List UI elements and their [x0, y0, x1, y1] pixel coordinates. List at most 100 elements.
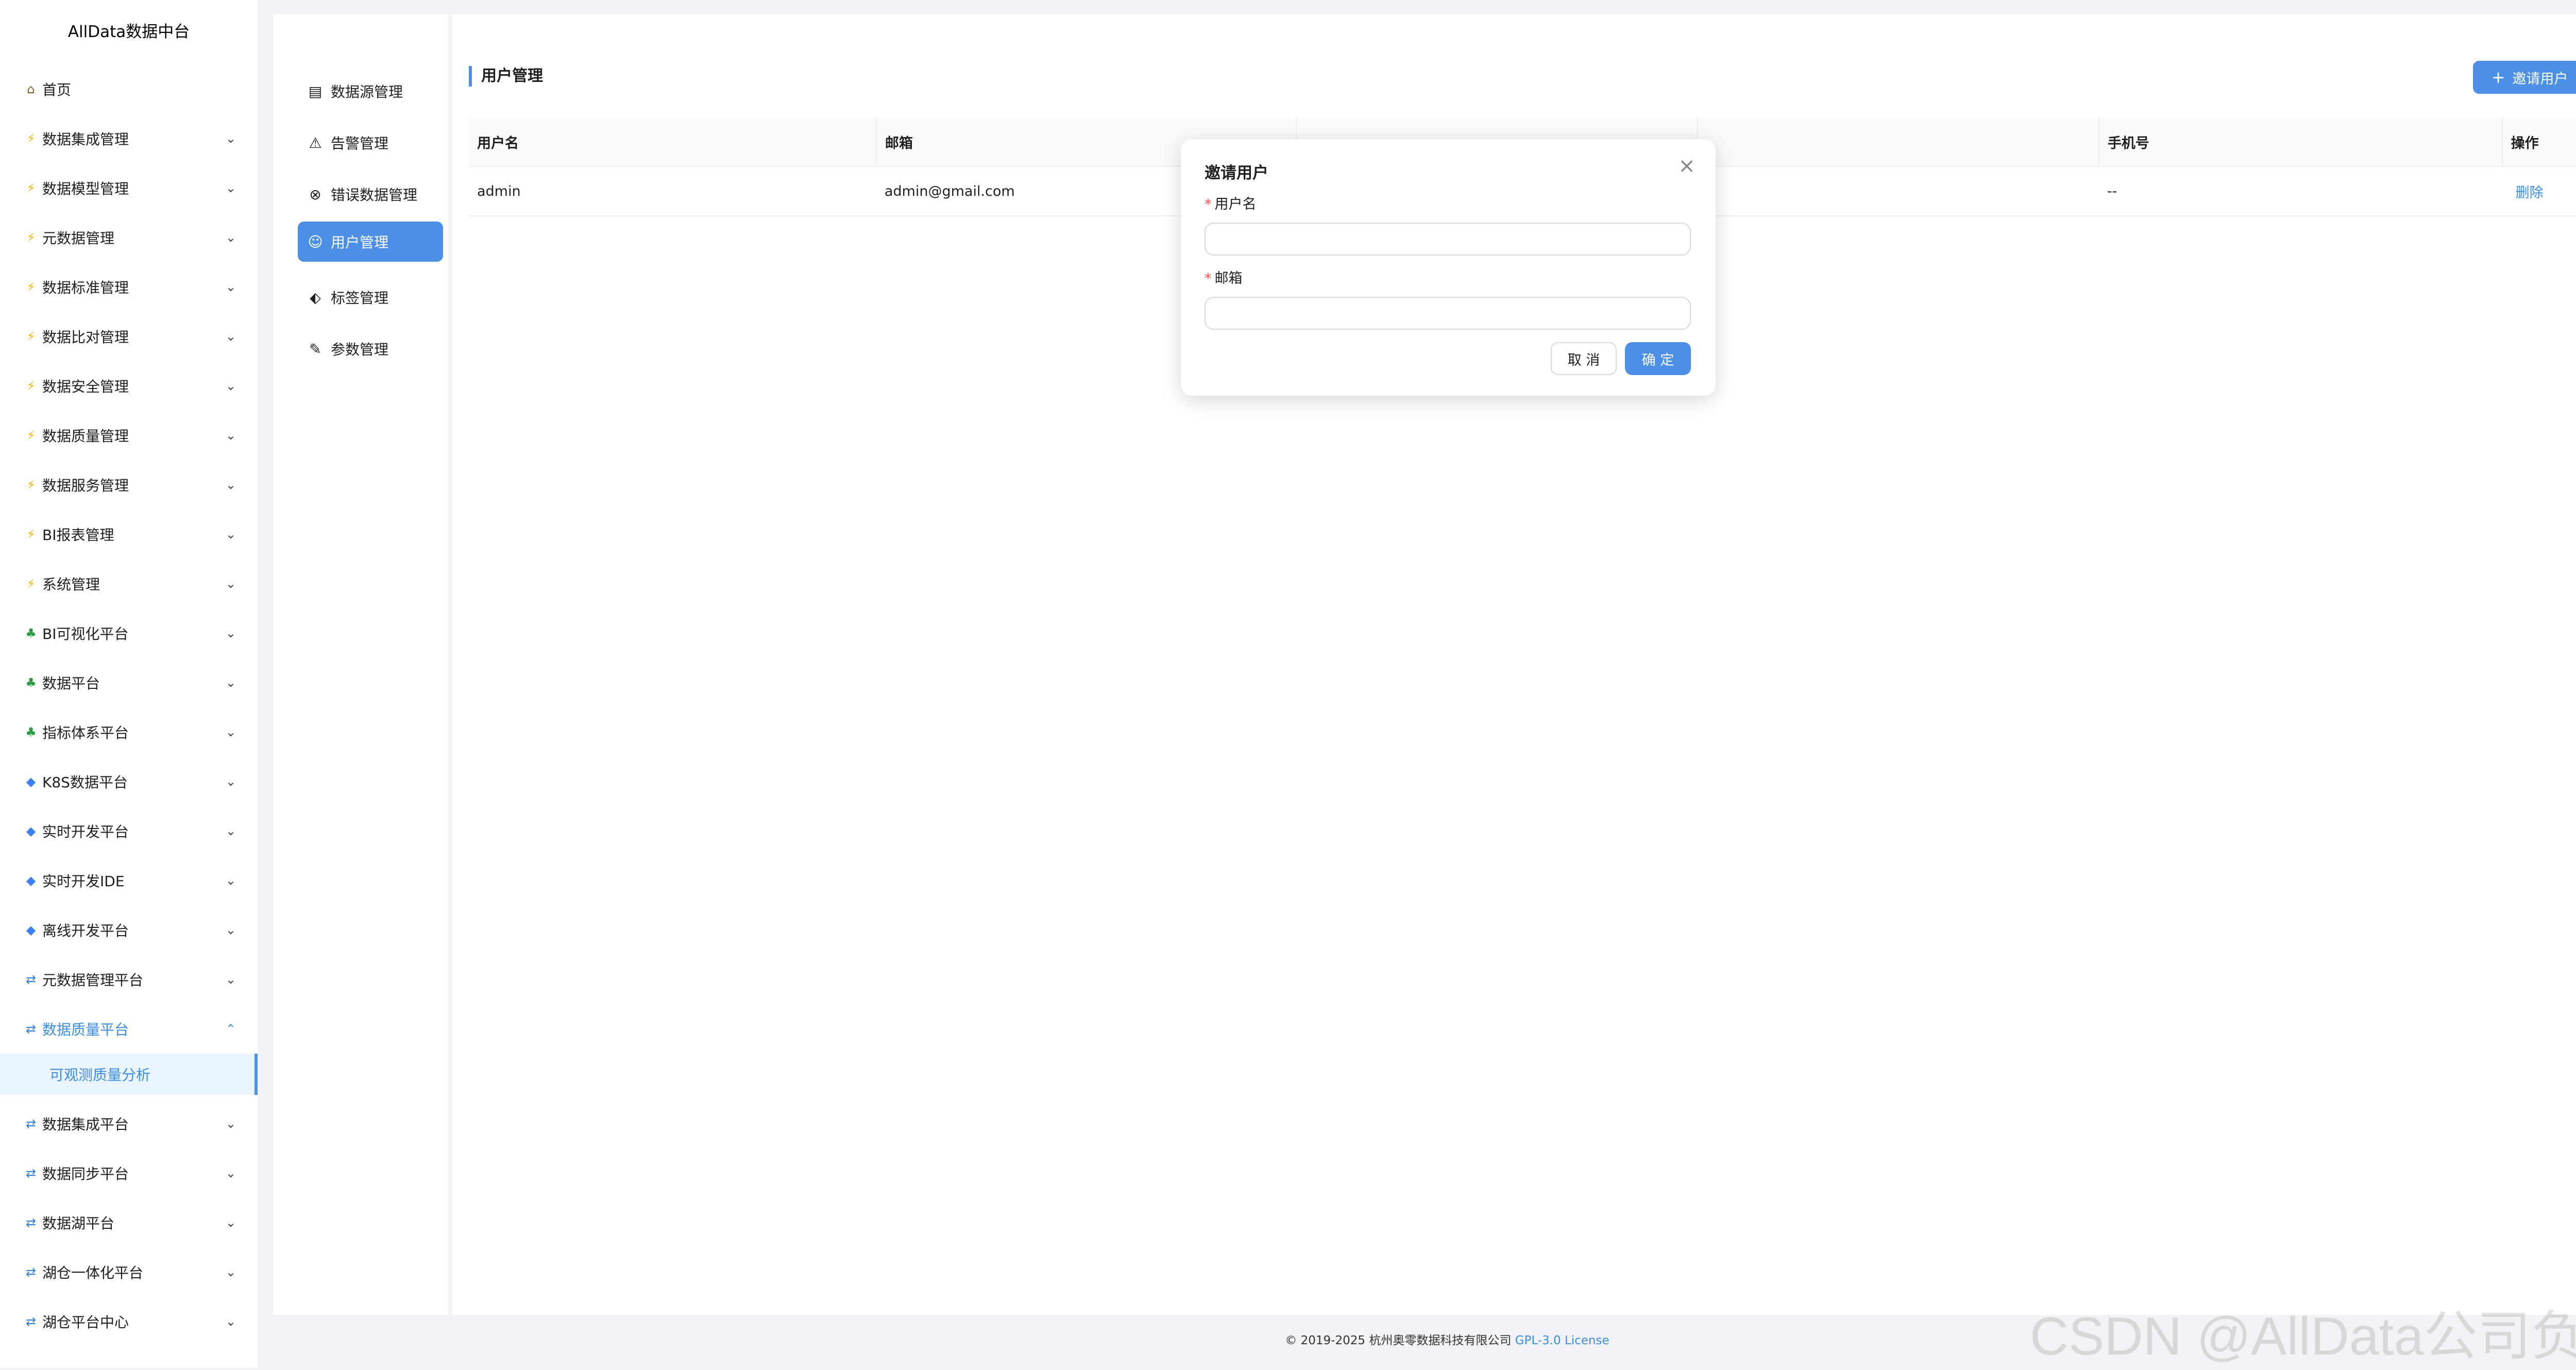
sidebar-item[interactable]: ◆ 离线开发平台 ⌄ — [0, 905, 258, 955]
chevron-down-icon[interactable]: ⌄ — [226, 559, 236, 608]
sidebar-item-label: 数据平台 — [42, 675, 100, 692]
col-header-username: 用户名 — [469, 117, 877, 167]
sidebar-item-label: 数据集成管理 — [42, 131, 129, 148]
submenu-item[interactable]: ▤ 数据源管理 — [298, 71, 443, 111]
sidebar-item[interactable]: ⚡ 数据安全管理 ⌄ — [0, 361, 258, 411]
lightning-icon: ⚡ — [26, 379, 36, 393]
sidebar-item-label: 元数据管理平台 — [42, 972, 144, 989]
close-icon[interactable]: × — [1675, 155, 1698, 177]
secondary-menu: ▤ 数据源管理 ⚠ 告警管理 ⊗ 错误数据管理 ☺ 用户管理 ⬖ 标签管理 ✎ 参数管理 — [273, 14, 452, 1315]
chevron-down-icon[interactable]: ⌄ — [226, 262, 236, 312]
chevron-down-icon[interactable]: ⌄ — [226, 955, 236, 1004]
palm-tree-icon: ♣ — [25, 675, 37, 690]
sidebar-item-label: 首页 — [42, 81, 72, 98]
chevron-down-icon[interactable]: ⌄ — [226, 1198, 236, 1247]
chevron-down-icon[interactable]: ⌄ — [226, 658, 236, 707]
chevron-down-icon[interactable]: ⌄ — [226, 856, 236, 905]
chevron-up-icon[interactable]: ⌃ — [226, 1004, 236, 1054]
submenu-item-label: 标签管理 — [331, 290, 389, 307]
submenu-item-label: 告警管理 — [331, 135, 389, 152]
chevron-down-icon[interactable]: ⌄ — [226, 1148, 236, 1198]
sidebar-item[interactable]: ⌂ 首页 — [0, 64, 258, 114]
submenu-item-label: 参数管理 — [331, 341, 389, 358]
sidebar-item[interactable]: ⚡ BI报表管理 ⌄ — [0, 510, 258, 559]
sidebar-item[interactable]: ⇄ 数据同步平台 ⌄ — [0, 1148, 258, 1198]
sidebar-item[interactable]: ◆ K8S数据平台 ⌄ — [0, 757, 258, 806]
submenu-item[interactable]: ⬖ 标签管理 — [298, 277, 443, 317]
sidebar-item[interactable]: ⇄ 湖仓平台中心 ⌄ — [0, 1297, 258, 1346]
tag-icon: ⬖ — [310, 289, 321, 306]
chevron-down-icon[interactable]: ⌄ — [226, 1099, 236, 1148]
sidebar-item[interactable]: ◆ 实时开发平台 ⌄ — [0, 806, 258, 856]
sidebar-item-label: 数据模型管理 — [42, 180, 129, 197]
submenu-item-label: 错误数据管理 — [331, 187, 418, 204]
sidebar-subitem[interactable]: 可观测质量分析 — [0, 1054, 258, 1095]
invite-user-button[interactable]: + 邀请用户 — [2473, 61, 2576, 94]
sync-icon: ⇄ — [25, 1265, 37, 1279]
sidebar-item[interactable]: ⚡ 数据服务管理 ⌄ — [0, 460, 258, 510]
lightning-icon: ⚡ — [26, 280, 36, 294]
chevron-down-icon[interactable]: ⌄ — [226, 312, 236, 361]
sidebar-item[interactable]: ⇄ 数据集成平台 ⌄ — [0, 1099, 258, 1148]
submenu-item[interactable]: ⚠ 告警管理 — [298, 123, 443, 163]
chevron-down-icon[interactable]: ⌄ — [226, 510, 236, 559]
cancel-button[interactable]: 取 消 — [1551, 342, 1617, 375]
invite-user-label: 邀请用户 — [2512, 71, 2568, 87]
username-input[interactable] — [1205, 223, 1691, 256]
sidebar-item-label: 系统管理 — [42, 576, 100, 593]
sidebar-item[interactable]: ⇄ 数据湖平台 ⌄ — [0, 1198, 258, 1247]
email-label: * 邮箱 — [1205, 267, 1243, 287]
submenu-item[interactable]: ☺ 用户管理 — [298, 222, 443, 262]
username-label: * 用户名 — [1205, 193, 1257, 213]
required-marker: * — [1205, 196, 1212, 212]
sidebar-item[interactable]: ♣ 数据平台 ⌄ — [0, 658, 258, 707]
sidebar-item[interactable]: ⚡ 元数据管理 ⌄ — [0, 213, 258, 262]
chevron-down-icon[interactable]: ⌄ — [226, 905, 236, 955]
sync-icon: ⇄ — [25, 972, 37, 987]
col-header-phone: 手机号 — [2098, 117, 2503, 167]
confirm-button[interactable]: 确 定 — [1625, 342, 1691, 375]
sync-icon: ⇄ — [25, 1215, 37, 1230]
chevron-down-icon[interactable]: ⌄ — [226, 757, 236, 806]
sidebar-item[interactable]: ⚡ 数据集成管理 ⌄ — [0, 114, 258, 163]
sidebar-item[interactable]: ⇄ 数据质量平台 ⌃ — [0, 1004, 258, 1054]
dialog-title: 邀请用户 — [1205, 164, 1268, 182]
sidebar-item[interactable]: ⚡ 数据比对管理 ⌄ — [0, 312, 258, 361]
chevron-down-icon[interactable]: ⌄ — [226, 163, 236, 213]
palm-tree-icon: ♣ — [25, 725, 37, 739]
sidebar-item-label: 数据集成平台 — [42, 1116, 129, 1133]
gem-icon: ◆ — [26, 824, 36, 838]
sidebar-item[interactable]: ♣ BI可视化平台 ⌄ — [0, 608, 258, 658]
chevron-down-icon[interactable]: ⌄ — [226, 806, 236, 856]
submenu-item[interactable]: ✎ 参数管理 — [298, 329, 443, 369]
chevron-down-icon[interactable]: ⌄ — [226, 213, 236, 262]
chevron-down-icon[interactable]: ⌄ — [226, 361, 236, 411]
sidebar-item[interactable]: ⚡ 数据标准管理 ⌄ — [0, 262, 258, 312]
sidebar-item[interactable]: ◆ 实时开发IDE ⌄ — [0, 856, 258, 905]
chevron-down-icon[interactable]: ⌄ — [226, 1297, 236, 1346]
sidebar-item[interactable]: ⚡ 数据模型管理 ⌄ — [0, 163, 258, 213]
col-header-hidden-2 — [1697, 117, 2099, 167]
sidebar-item[interactable]: ⚡ 数据质量管理 ⌄ — [0, 411, 258, 460]
users-icon: ☺ — [308, 233, 323, 250]
chevron-down-icon[interactable]: ⌄ — [226, 707, 236, 757]
gem-icon: ◆ — [26, 873, 36, 888]
chevron-down-icon[interactable]: ⌄ — [226, 114, 236, 163]
sidebar-item[interactable]: ♣ 指标体系平台 ⌄ — [0, 707, 258, 757]
sync-icon: ⇄ — [25, 1022, 37, 1036]
sidebar-item[interactable]: ⇄ 元数据管理平台 ⌄ — [0, 955, 258, 1004]
submenu-item[interactable]: ⊗ 错误数据管理 — [298, 174, 443, 214]
chevron-down-icon[interactable]: ⌄ — [226, 1247, 236, 1297]
delete-link[interactable]: 删除 — [2511, 185, 2544, 201]
chevron-down-icon[interactable]: ⌄ — [226, 460, 236, 510]
chevron-down-icon[interactable]: ⌄ — [226, 608, 236, 658]
warning-triangle-icon: ⚠ — [309, 134, 322, 151]
email-input[interactable] — [1205, 297, 1691, 330]
edit-icon: ✎ — [309, 340, 321, 358]
palm-tree-icon: ♣ — [25, 626, 37, 640]
sidebar-item[interactable]: ⚡ 系统管理 ⌄ — [0, 559, 258, 608]
license-link[interactable]: GPL-3.0 License — [1515, 1334, 1609, 1347]
sidebar-item[interactable]: ⇄ 湖仓一体化平台 ⌄ — [0, 1247, 258, 1297]
chevron-down-icon[interactable]: ⌄ — [226, 411, 236, 460]
plus-icon: + — [2491, 67, 2505, 87]
